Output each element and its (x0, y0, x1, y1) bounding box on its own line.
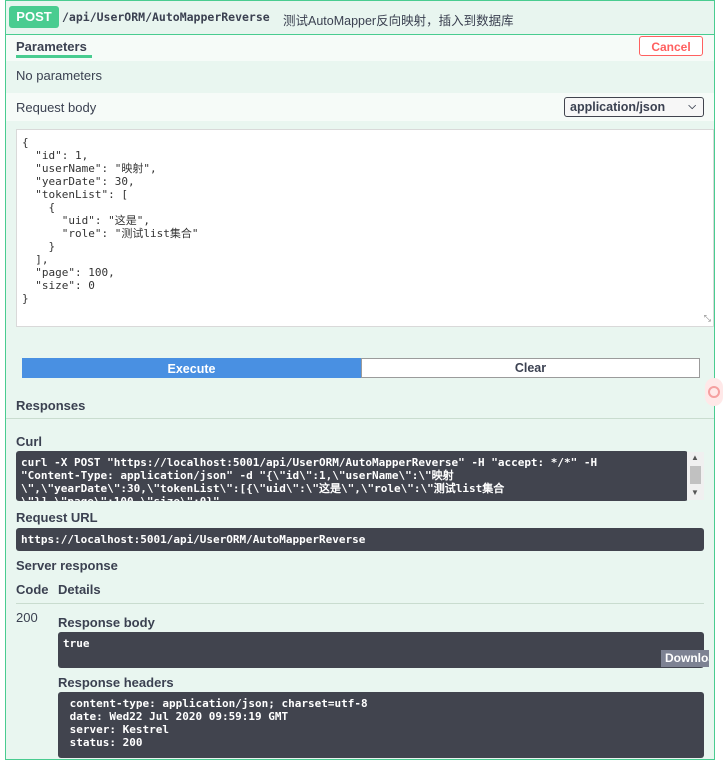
curl-scrollbar[interactable]: ▲ ▼ (687, 452, 704, 500)
divider (16, 603, 704, 604)
divider (6, 418, 714, 419)
request-url-text: https://localhost:5001/api/UserORM/AutoM… (21, 533, 366, 546)
responses-title: Responses (16, 398, 86, 413)
server-response-label: Server response (16, 558, 118, 573)
code-column-header: Code (16, 582, 49, 597)
curl-command[interactable]: curl -X POST "https://localhost:5001/api… (16, 451, 688, 501)
curl-text: curl -X POST "https://localhost:5001/api… (21, 456, 598, 501)
operation-block: POST /api/UserORM/AutoMapperReverse 测试Au… (5, 0, 715, 760)
side-widget-icon[interactable] (705, 378, 723, 406)
details-column-header: Details (58, 582, 101, 597)
response-headers-box[interactable]: content-type: application/json; charset=… (58, 692, 704, 758)
download-button[interactable]: Download (661, 650, 709, 667)
clear-button[interactable]: Clear (361, 358, 700, 378)
execute-button[interactable]: Execute (22, 358, 361, 378)
method-badge: POST (9, 6, 59, 28)
response-headers-text: content-type: application/json; charset=… (69, 697, 368, 749)
scroll-up-icon[interactable]: ▲ (691, 453, 699, 462)
content-type-value: application/json (570, 100, 666, 114)
operation-summary[interactable]: POST /api/UserORM/AutoMapperReverse 测试Au… (6, 1, 714, 35)
request-url-label: Request URL (16, 510, 98, 525)
request-body-json[interactable]: { "id": 1, "userName": "映射", "yearDate":… (17, 130, 713, 311)
scroll-thumb[interactable] (690, 466, 701, 484)
response-body-text: true (63, 637, 90, 650)
tab-active-indicator (16, 55, 92, 58)
resize-handle-icon[interactable]: ⤡ (704, 313, 711, 324)
response-headers-label: Response headers (58, 675, 174, 690)
response-code: 200 (16, 610, 38, 625)
response-body-label: Response body (58, 615, 155, 630)
response-body-box[interactable]: true (58, 632, 704, 668)
operation-path: /api/UserORM/AutoMapperReverse (62, 10, 270, 24)
scroll-down-icon[interactable]: ▼ (691, 488, 699, 497)
content-type-select[interactable]: application/json ⌵ (564, 97, 704, 117)
chevron-down-icon: ⌵ (688, 101, 696, 112)
request-body-label: Request body (16, 100, 97, 115)
operation-description: 测试AutoMapper反向映射，插入到数据库 (283, 14, 514, 28)
parameters-header (6, 35, 714, 61)
cancel-button[interactable]: Cancel (639, 36, 703, 56)
request-url-box[interactable]: https://localhost:5001/api/UserORM/AutoM… (16, 528, 704, 551)
no-parameters-text: No parameters (16, 68, 102, 83)
tab-parameters[interactable]: Parameters (16, 39, 87, 54)
curl-label: Curl (16, 434, 42, 449)
request-body-editor[interactable]: { "id": 1, "userName": "映射", "yearDate":… (16, 129, 714, 327)
